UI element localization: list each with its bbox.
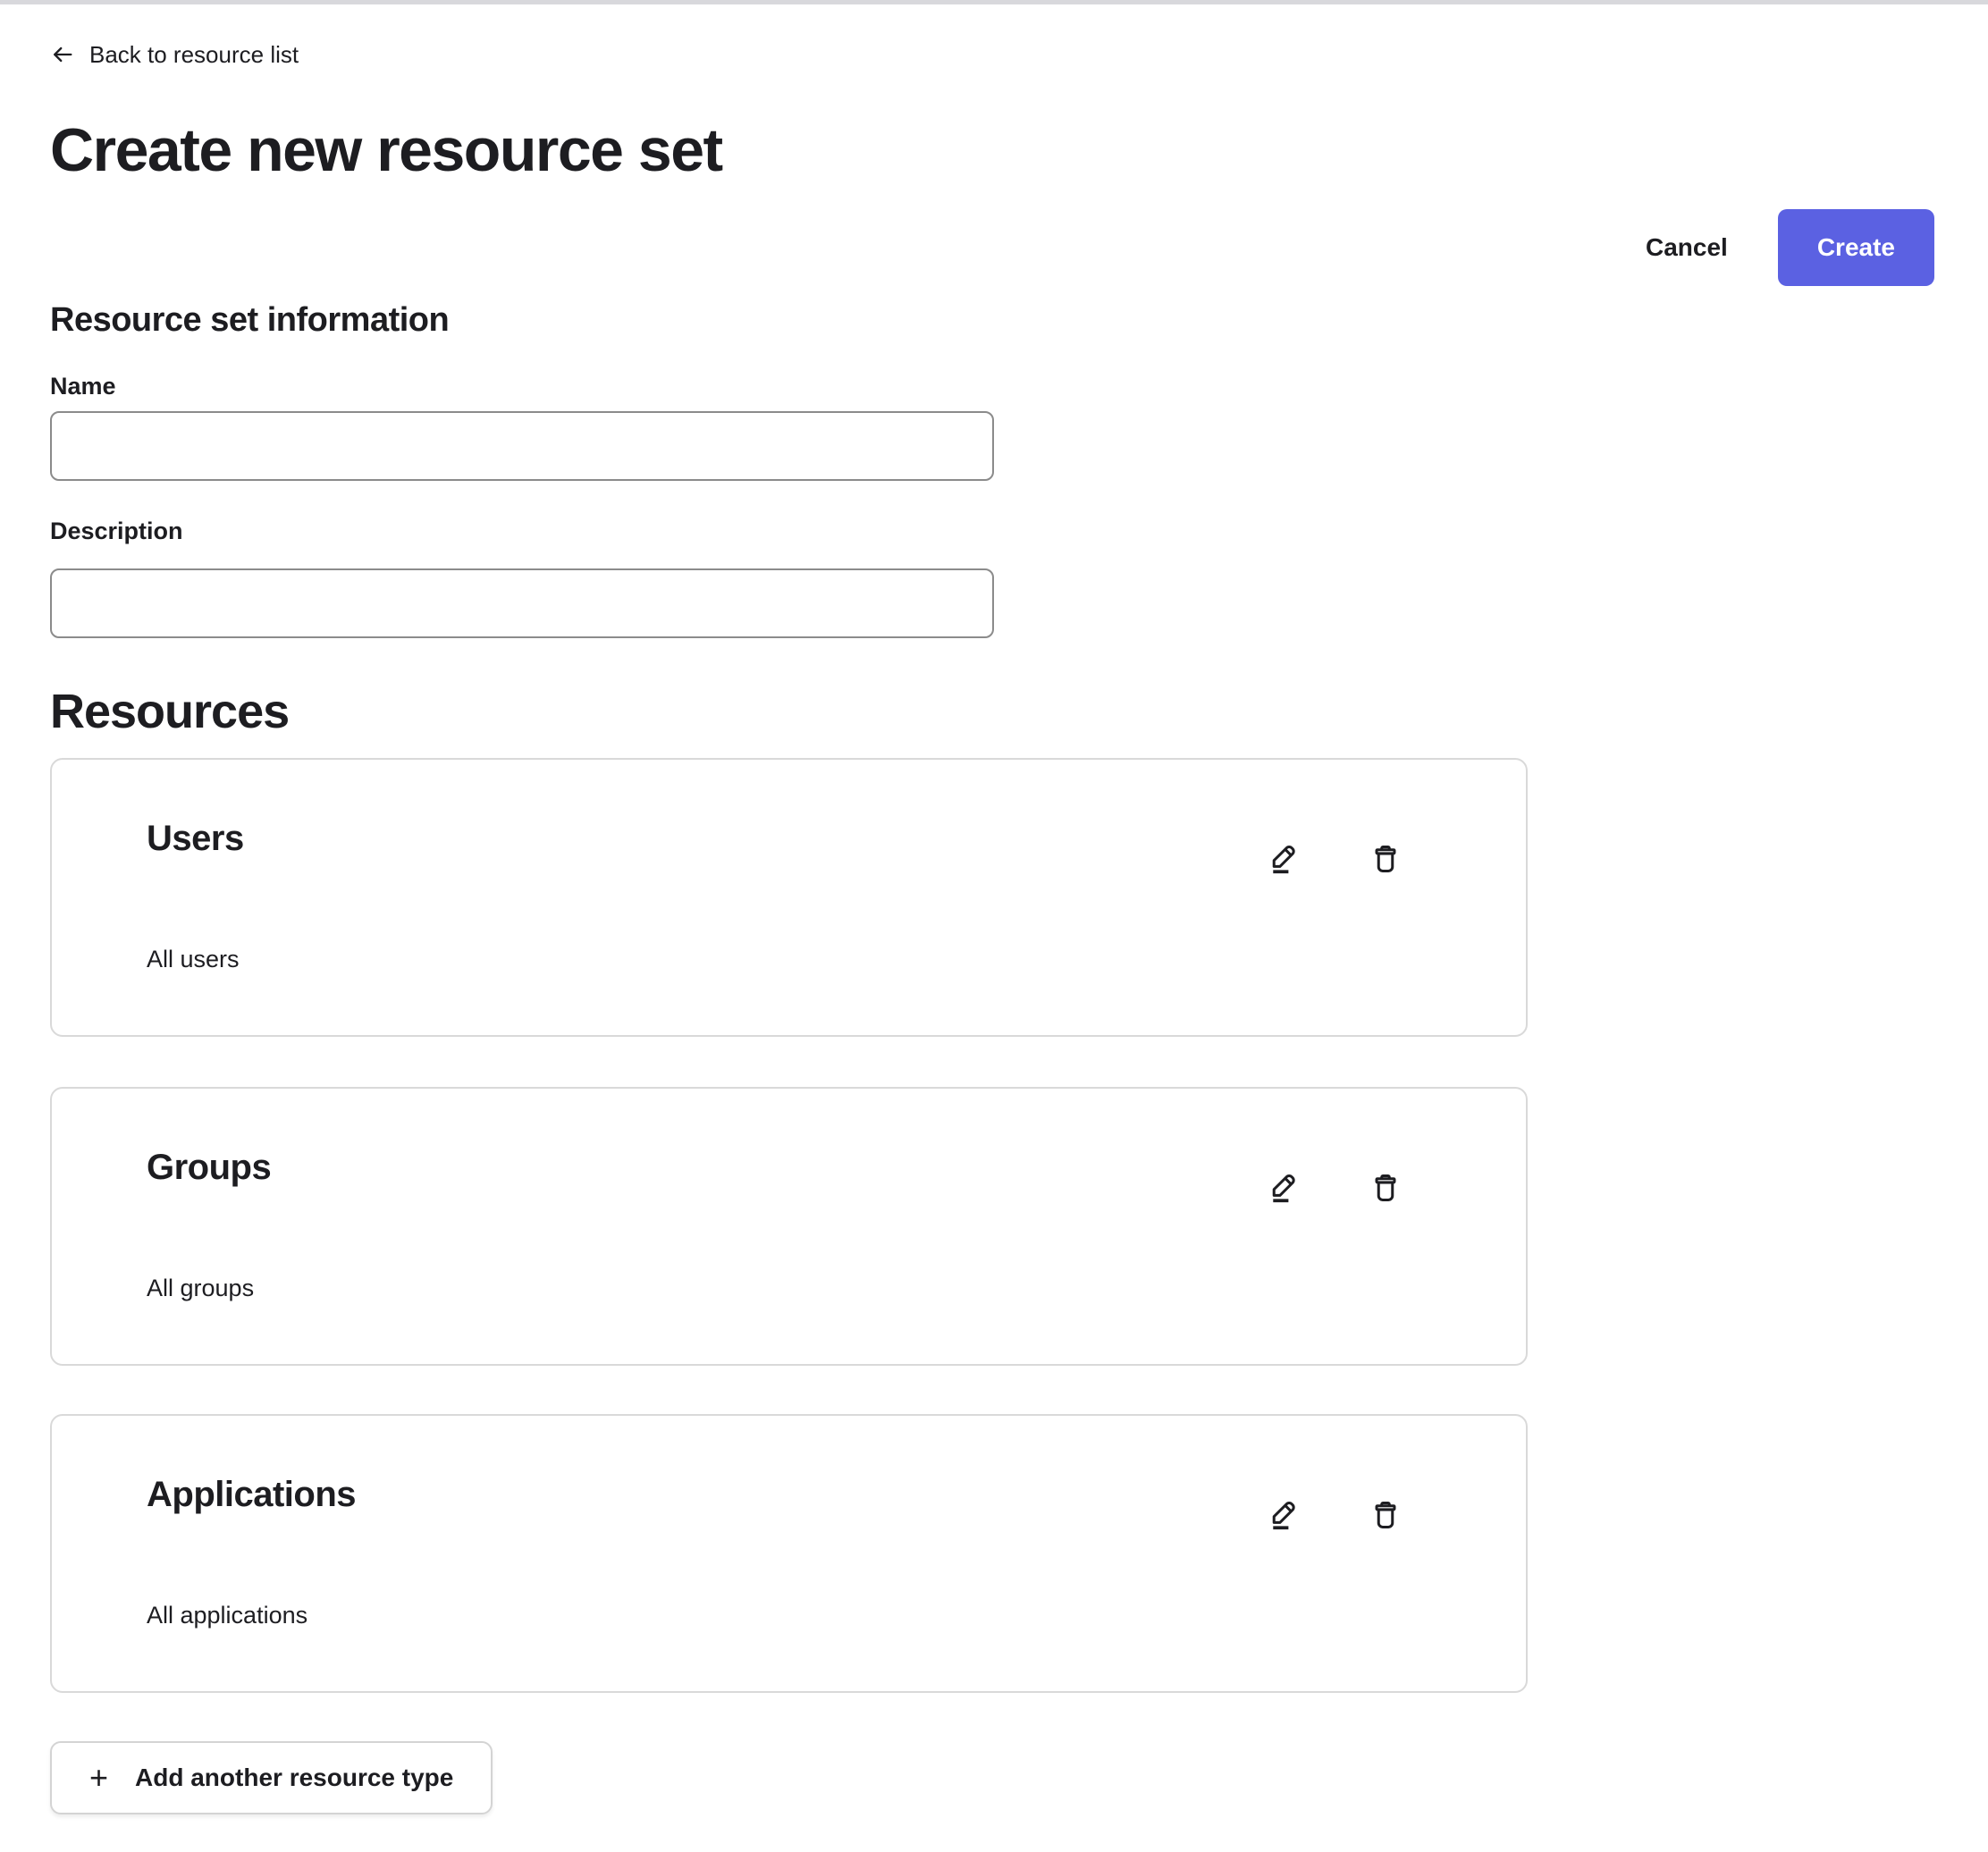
resource-set-information-heading: Resource set information [50, 300, 1936, 340]
edit-icon [1267, 1169, 1301, 1207]
resources-heading: Resources [50, 685, 1936, 738]
card-actions [1267, 1169, 1403, 1207]
card-title: Users [147, 817, 244, 860]
card-header: Groups [147, 1146, 1403, 1207]
description-label: Description [50, 517, 1936, 545]
edit-button[interactable] [1267, 1496, 1301, 1534]
page-title: Create new resource set [50, 116, 1936, 184]
card-description: All groups [147, 1273, 1403, 1303]
resource-card-users: Users [50, 758, 1528, 1037]
resource-card-groups: Groups [50, 1087, 1528, 1366]
card-actions [1267, 840, 1403, 878]
plus-icon: + [89, 1762, 108, 1794]
card-description: All applications [147, 1600, 1403, 1630]
card-title: Groups [147, 1146, 271, 1189]
cancel-button[interactable]: Cancel [1646, 233, 1728, 262]
main-content: Back to resource list Create new resourc… [0, 4, 1988, 1814]
card-header: Users [147, 817, 1403, 878]
resource-card-applications: Applications [50, 1414, 1528, 1693]
delete-button[interactable] [1369, 1169, 1403, 1207]
back-to-resource-list-link[interactable]: Back to resource list [50, 39, 299, 70]
description-input[interactable] [50, 568, 994, 638]
card-description: All users [147, 944, 1403, 974]
back-link-label: Back to resource list [89, 41, 299, 69]
trash-icon [1369, 1169, 1403, 1207]
form-actions: Cancel Create [50, 209, 1936, 286]
add-resource-type-button[interactable]: + Add another resource type [50, 1741, 493, 1814]
delete-button[interactable] [1369, 1496, 1403, 1534]
card-title: Applications [147, 1473, 356, 1516]
create-button[interactable]: Create [1778, 209, 1934, 286]
trash-icon [1369, 840, 1403, 878]
edit-button[interactable] [1267, 1169, 1301, 1207]
name-input[interactable] [50, 411, 994, 481]
edit-icon [1267, 840, 1301, 878]
card-header: Applications [147, 1473, 1403, 1534]
add-button-label: Add another resource type [135, 1764, 453, 1792]
edit-icon [1267, 1496, 1301, 1534]
card-actions [1267, 1496, 1403, 1534]
delete-button[interactable] [1369, 840, 1403, 878]
trash-icon [1369, 1496, 1403, 1534]
name-label: Name [50, 372, 1936, 400]
edit-button[interactable] [1267, 840, 1301, 878]
arrow-left-icon [50, 42, 75, 67]
